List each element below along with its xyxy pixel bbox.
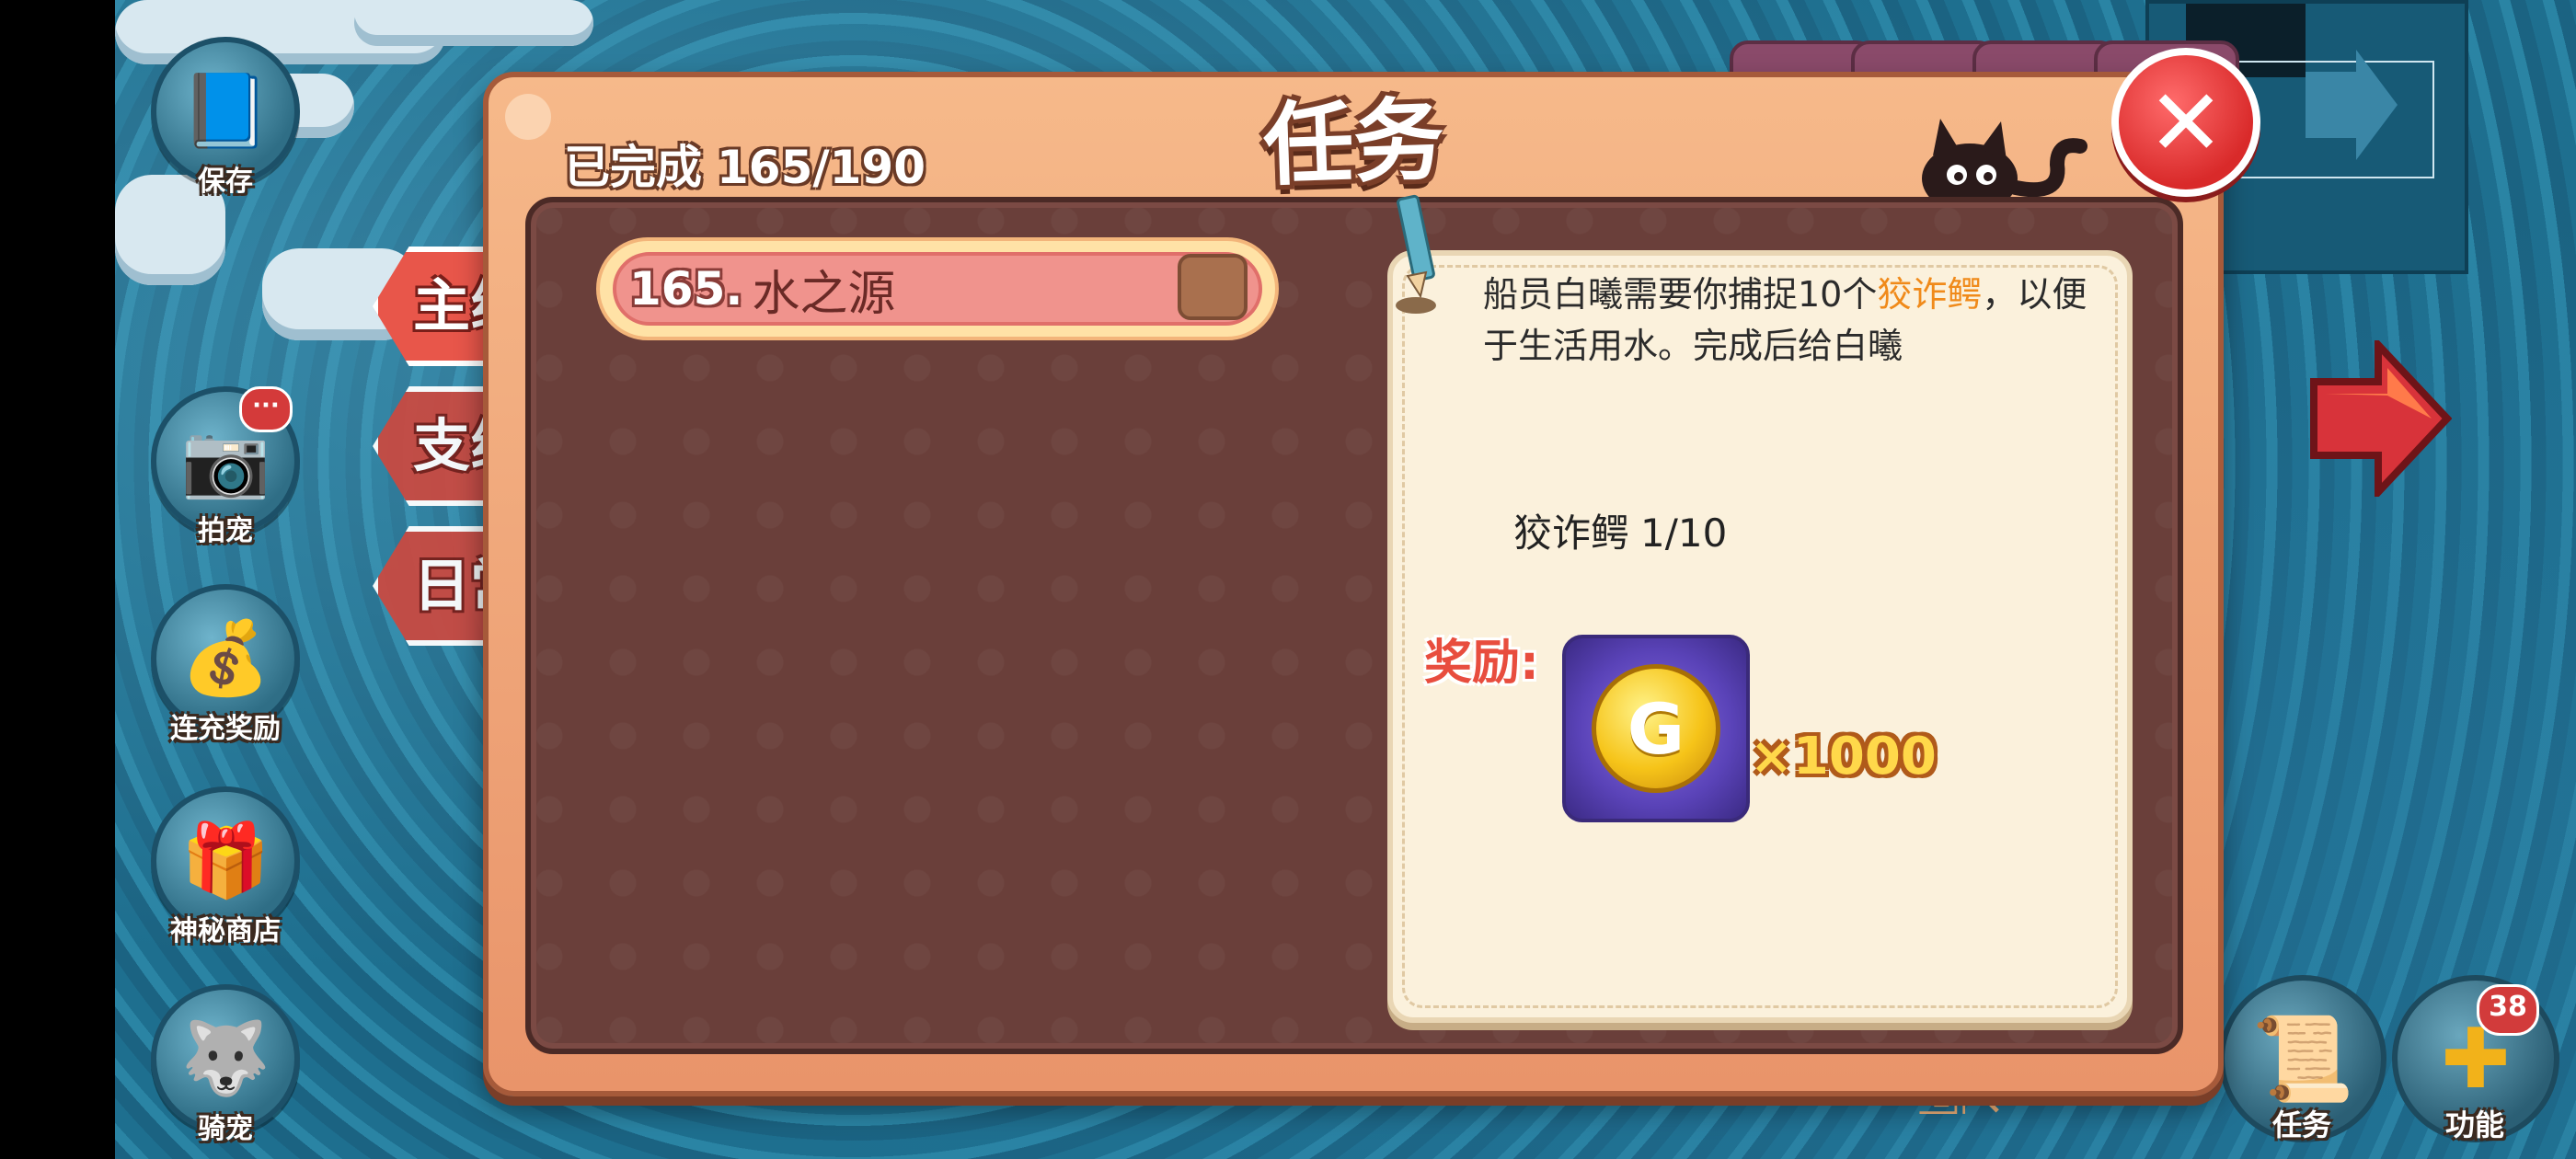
task-label: 任务 <box>2271 1107 2331 1142</box>
progress-count: 1/10 <box>1640 511 1728 556</box>
quest-number: 165. <box>629 262 743 316</box>
recharge-reward-button[interactable]: 💰 连充奖励 <box>147 584 304 759</box>
right-arrow-icon[interactable] <box>2305 340 2452 497</box>
function-badge: 38 <box>2477 984 2539 1036</box>
coin-glyph: G <box>1627 687 1685 770</box>
save-button[interactable]: 📘 保存 <box>147 37 304 212</box>
gold-coin-icon: G <box>1592 664 1720 793</box>
progress-value: 165/190 <box>717 141 926 194</box>
quest-status-box <box>1178 254 1248 320</box>
mystery-shop-button[interactable]: 🎁 神秘商店 <box>147 786 304 961</box>
mount-button[interactable]: 🐺 骑宠 <box>147 984 304 1159</box>
mystery-shop-label: 神秘商店 <box>170 915 281 947</box>
photo-pet-button[interactable]: 📷 ··· 拍宠 <box>147 386 304 561</box>
reward-label: 奖励: <box>1424 636 1539 691</box>
task-button[interactable]: 📜 任务 <box>2219 975 2386 1142</box>
completion-progress: 已完成 165/190 <box>564 131 940 197</box>
panel-corner-decoration <box>505 94 551 140</box>
photo-pet-label: 拍宠 <box>198 515 253 547</box>
close-button[interactable]: ✕ <box>2111 48 2260 197</box>
quest-list-item-body: 165. 水之源 <box>613 252 1262 326</box>
description-text: 船员白曦需要你捕捉10个 <box>1483 274 1878 315</box>
reward-item[interactable]: G <box>1562 635 1750 822</box>
progress-target: 狡诈鳄 <box>1513 511 1630 556</box>
quest-name: 水之源 <box>752 266 896 322</box>
progress-label: 已完成 <box>564 141 702 194</box>
quest-description: 船员白曦需要你捕捉10个狡诈鳄，以便于生活用水。完成后给白曦 <box>1483 269 2090 372</box>
quest-list-item[interactable]: 165. 水之源 <box>596 237 1279 340</box>
recharge-reward-label: 连充奖励 <box>170 713 281 745</box>
save-label: 保存 <box>198 166 253 198</box>
reward-count: ×1000 <box>1750 727 1937 786</box>
close-icon: ✕ <box>2147 68 2225 177</box>
function-button[interactable]: ✚ 38 功能 <box>2392 975 2559 1142</box>
quest-progress: 狡诈鳄 1/10 <box>1513 502 1738 558</box>
pencil-icon <box>1396 194 1436 314</box>
ice-rock <box>354 0 593 46</box>
mount-label: 骑宠 <box>198 1113 253 1145</box>
function-label: 功能 <box>2444 1107 2504 1142</box>
panel-title: 任务 <box>1261 87 1446 200</box>
target-monster: 狡诈鳄 <box>1877 274 1983 315</box>
notification-badge: ··· <box>239 386 293 432</box>
